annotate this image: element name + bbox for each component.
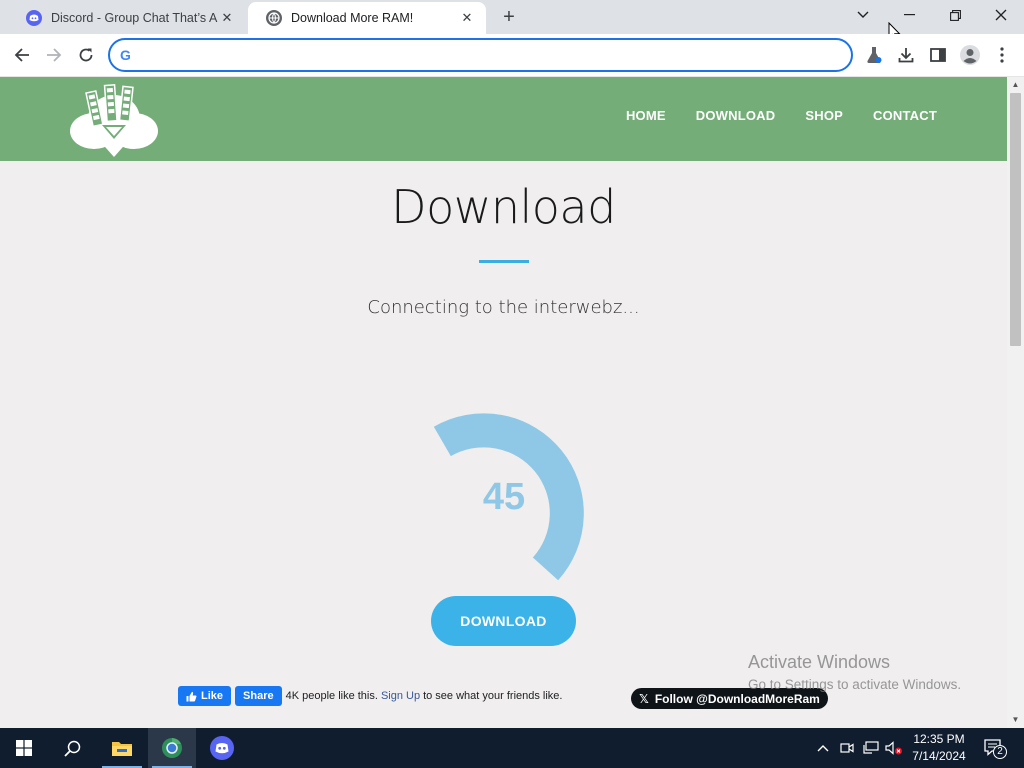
like-suffix-text: to see what your friends like. — [423, 690, 563, 702]
page-title: Download — [391, 180, 616, 234]
labs-icon[interactable] — [862, 43, 886, 67]
show-hidden-icons-button[interactable] — [814, 728, 832, 768]
new-tab-button[interactable]: + — [498, 6, 520, 28]
windows-logo-icon — [16, 740, 32, 756]
facebook-like-bar: Like Share 4K people like this. Sign Up … — [178, 686, 562, 706]
page-scrollbar[interactable]: ▲ ▼ — [1007, 77, 1024, 728]
nav-contact[interactable]: CONTACT — [873, 108, 937, 123]
progress-value: 45 — [482, 475, 526, 518]
site-logo[interactable] — [68, 81, 160, 159]
nav-download[interactable]: DOWNLOAD — [696, 108, 776, 123]
scroll-thumb[interactable] — [1010, 93, 1021, 346]
tab-discord[interactable]: Discord - Group Chat That’s All Fun & Ga… — [8, 2, 246, 34]
globe-icon — [266, 10, 282, 26]
folder-icon — [112, 742, 132, 756]
forward-button[interactable] — [41, 42, 67, 68]
download-button[interactable]: DOWNLOAD — [431, 596, 576, 646]
address-bar[interactable]: G — [108, 38, 853, 72]
status-text: Connecting to the interwebz... — [367, 297, 640, 318]
close-tab-icon[interactable]: ✕ — [218, 9, 236, 27]
facebook-share-button[interactable]: Share — [235, 686, 282, 706]
tab-title: Discord - Group Chat That’s All Fun & Ga… — [51, 11, 218, 25]
facebook-signup-link[interactable]: Sign Up — [381, 690, 420, 702]
twitter-follow-label: Follow @DownloadMoreRam — [654, 691, 820, 706]
title-divider — [479, 260, 529, 263]
start-button[interactable] — [0, 728, 48, 768]
discord-icon — [210, 736, 234, 760]
notification-count-badge: 2 — [993, 745, 1007, 759]
watermark-title: Activate Windows — [748, 652, 891, 672]
close-tab-icon[interactable]: ✕ — [458, 9, 476, 27]
like-count-text: 4K people like this. — [285, 690, 378, 702]
scroll-down-arrow-icon[interactable]: ▼ — [1011, 715, 1020, 724]
discord-taskbar-button[interactable] — [198, 728, 246, 768]
back-button[interactable] — [9, 42, 35, 68]
discord-icon — [26, 10, 42, 26]
clock-time: 12:35 PM — [913, 732, 965, 746]
browser-toolbar: G — [0, 34, 1024, 77]
tab-title: Download More RAM! — [291, 11, 414, 25]
clock-date: 7/14/2024 — [912, 749, 966, 763]
thumbs-up-icon — [186, 691, 197, 701]
facebook-like-button[interactable]: Like — [178, 686, 232, 706]
nav-home[interactable]: HOME — [626, 108, 666, 123]
activate-windows-watermark: Activate Windows Go to Settings to activ… — [748, 652, 961, 692]
page-viewport: HOME DOWNLOAD SHOP CONTACT Download Conn… — [0, 77, 1024, 728]
notifications-button[interactable]: 2 — [980, 728, 1008, 768]
close-window-button[interactable] — [978, 0, 1024, 30]
x-logo-icon: 𝕏 — [639, 691, 649, 706]
windows-taskbar: 12:35 PM 7/14/2024 2 — [0, 728, 1024, 768]
scroll-up-arrow-icon[interactable]: ▲ — [1011, 80, 1020, 89]
file-explorer-button[interactable] — [98, 728, 146, 768]
chrome-taskbar-button[interactable] — [148, 728, 196, 768]
meet-now-icon[interactable] — [838, 728, 856, 768]
system-clock[interactable]: 12:35 PM 7/14/2024 — [900, 731, 978, 765]
like-label: Like — [201, 690, 224, 702]
reload-button[interactable] — [73, 42, 99, 68]
search-button[interactable] — [48, 728, 96, 768]
tab-download-more-ram[interactable]: Download More RAM! ✕ — [248, 2, 486, 34]
restore-button[interactable] — [932, 0, 978, 30]
side-panel-icon[interactable] — [926, 43, 950, 67]
menu-kebab-icon[interactable] — [990, 43, 1014, 67]
google-icon: G — [120, 47, 131, 63]
nav-shop[interactable]: SHOP — [805, 108, 843, 123]
address-input[interactable] — [137, 47, 851, 63]
site-header: HOME DOWNLOAD SHOP CONTACT — [0, 77, 1007, 161]
browser-tab-strip: Discord - Group Chat That’s All Fun & Ga… — [0, 0, 1024, 42]
chevron-up-icon — [817, 745, 829, 752]
network-icon[interactable] — [862, 728, 880, 768]
tab-search-icon[interactable] — [840, 0, 886, 30]
main-nav: HOME DOWNLOAD SHOP CONTACT — [626, 108, 937, 123]
downloads-icon[interactable] — [894, 43, 918, 67]
profile-avatar[interactable] — [958, 43, 982, 67]
search-icon — [63, 740, 80, 757]
watermark-subtitle: Go to Settings to activate Windows. — [748, 677, 962, 692]
browser-icon — [162, 738, 182, 758]
